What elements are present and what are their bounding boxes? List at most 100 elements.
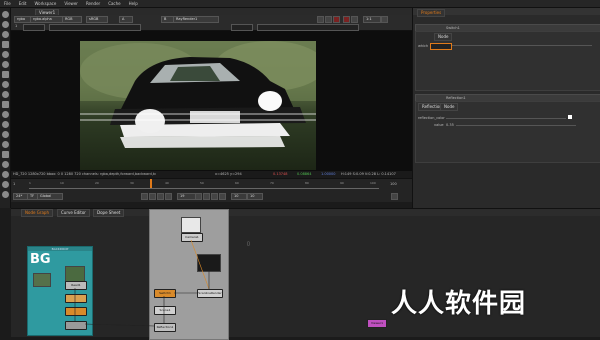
furnace-tool-icon[interactable] [2, 171, 9, 178]
left-toolbar [0, 8, 11, 208]
timeline-start[interactable]: 1 [13, 182, 15, 186]
ocula-tool-icon[interactable] [2, 181, 9, 188]
menu-workspace[interactable]: Workspace [30, 0, 60, 8]
draw-tool-icon[interactable] [2, 21, 9, 28]
value-field[interactable]: 0.35 [446, 123, 454, 127]
clipping-warning-button[interactable] [325, 16, 332, 23]
switch-panel-body: Node which [415, 31, 600, 91]
pause-button[interactable] [333, 16, 340, 23]
timeline-end[interactable]: 100 [390, 182, 397, 186]
gain-field[interactable] [23, 24, 45, 31]
image-tool-icon[interactable] [2, 11, 9, 18]
cursor-coords: x=4625 y=294 [215, 172, 242, 176]
channel-tool-icon[interactable] [2, 41, 9, 48]
play-backward-button[interactable] [157, 193, 164, 200]
tab-node[interactable]: Node [434, 33, 453, 41]
gain-slider[interactable] [49, 24, 141, 31]
particles-tool-icon[interactable] [2, 131, 9, 138]
tab-node-2[interactable]: Node [440, 103, 459, 111]
deep-tool-icon[interactable] [2, 141, 9, 148]
keyer-tool-icon[interactable] [2, 71, 9, 78]
reflection-color-slider[interactable] [446, 118, 566, 119]
color-tool-icon[interactable] [2, 51, 9, 58]
roi-button[interactable] [317, 16, 324, 23]
other-tool-icon[interactable] [2, 161, 9, 168]
menu-edit[interactable]: Edit [15, 0, 31, 8]
timeline-ruler[interactable]: 1 10 20 30 40 50 60 70 80 90 100 [29, 179, 379, 189]
which-field[interactable] [430, 43, 452, 50]
merge-tool-icon[interactable] [2, 81, 9, 88]
filter-tool-icon[interactable] [2, 61, 9, 68]
next-frame-button[interactable] [195, 193, 202, 200]
reflection-panel-body: Reflection Node reflection_color value 0… [415, 101, 600, 163]
tick-label: 40 [165, 181, 169, 185]
prev-frame-button[interactable] [165, 193, 172, 200]
viewer-tab-bar: Viewer1 [11, 8, 412, 17]
tick-label: 70 [270, 181, 274, 185]
current-frame-field[interactable]: 19 [177, 193, 197, 200]
tick-label: 60 [235, 181, 239, 185]
tab-properties[interactable]: Properties [417, 9, 446, 17]
toolsets-tool-icon[interactable] [2, 151, 9, 158]
which-label: which [418, 44, 429, 48]
time-tool-icon[interactable] [2, 31, 9, 38]
menu-cache[interactable]: Cache [104, 0, 124, 8]
frame-field[interactable]: 1 [15, 24, 17, 28]
last-frame-button[interactable] [219, 193, 226, 200]
gamut-select[interactable]: sRGB [86, 16, 108, 23]
viewer-info-bar: HD_720 1280x720 bbox: 0 0 1280 720 chann… [11, 171, 412, 178]
metadata-tool-icon[interactable] [2, 121, 9, 128]
value-slider[interactable] [456, 125, 576, 126]
car-render-image [80, 41, 316, 148]
zoom-select[interactable]: 1:1 [363, 16, 381, 23]
views-tool-icon[interactable] [2, 111, 9, 118]
alpha-channel-select[interactable]: rgba.alpha [30, 16, 64, 23]
tick-label: 1 [29, 181, 31, 185]
menu-viewer[interactable]: Viewer [60, 0, 82, 8]
stop-button[interactable] [343, 16, 350, 23]
tick-label: 100 [370, 181, 376, 185]
play-forward-button[interactable] [203, 193, 210, 200]
transform-tool-icon[interactable] [2, 91, 9, 98]
loop-button[interactable] [391, 193, 398, 200]
gamma-field[interactable] [231, 24, 253, 31]
gamma-slider[interactable] [257, 24, 359, 31]
menu-render[interactable]: Render [82, 0, 104, 8]
step-field[interactable]: 10 [231, 193, 247, 200]
watermark-text: 人人软件园 [391, 289, 527, 319]
value-label: value [434, 123, 444, 127]
tick-label: 30 [130, 181, 134, 185]
layout-button[interactable] [381, 16, 388, 23]
which-slider[interactable] [452, 45, 592, 46]
blue-value: 1.00000 [321, 172, 336, 176]
format-info: HD_720 1280x720 bbox: 0 0 1280 720 chann… [13, 172, 157, 176]
timeline-bar: 1 1 10 20 30 40 50 60 70 80 90 100 100 2… [11, 178, 412, 202]
refresh-button[interactable] [351, 16, 358, 23]
input-a-select[interactable]: A [119, 16, 133, 23]
green-value: 0.08864 [297, 172, 312, 176]
color-swatch[interactable] [568, 115, 572, 119]
tick-label: 90 [340, 181, 344, 185]
step-field-2[interactable]: 10 [247, 193, 263, 200]
next-keyframe-button[interactable] [211, 193, 218, 200]
playhead[interactable] [150, 179, 152, 188]
viewer-node[interactable]: Viewer1 [367, 319, 387, 328]
menu-file[interactable]: File [0, 0, 15, 8]
switch-panel-name: Switch1 [446, 26, 460, 30]
menu-bar: File Edit Workspace Viewer Render Cache Help [0, 0, 600, 8]
red-value: 0.13748 [273, 172, 288, 176]
viewer-toolbar: rgba rgba.alpha RGB sRGB A B RayRender1 … [11, 15, 412, 31]
menu-help[interactable]: Help [125, 0, 142, 8]
properties-panel: Properties Switch1 Node which Reflection… [412, 8, 600, 208]
prev-keyframe-button[interactable] [149, 193, 156, 200]
plugin-tool-icon[interactable] [2, 191, 9, 198]
hsvl-value: H:149 S:0.09 V:0.28 L: 0.14107 [341, 172, 396, 176]
global-select[interactable]: Global [37, 193, 63, 200]
render-image [80, 41, 316, 170]
first-frame-button[interactable] [141, 193, 148, 200]
input-b-node-select[interactable]: RayRender1 [173, 16, 219, 23]
colorspace-select[interactable]: RGB [62, 16, 82, 23]
3d-tool-icon[interactable] [2, 101, 9, 108]
tick-label: 20 [95, 181, 99, 185]
reflection-panel-name: Reflection1 [446, 96, 466, 100]
